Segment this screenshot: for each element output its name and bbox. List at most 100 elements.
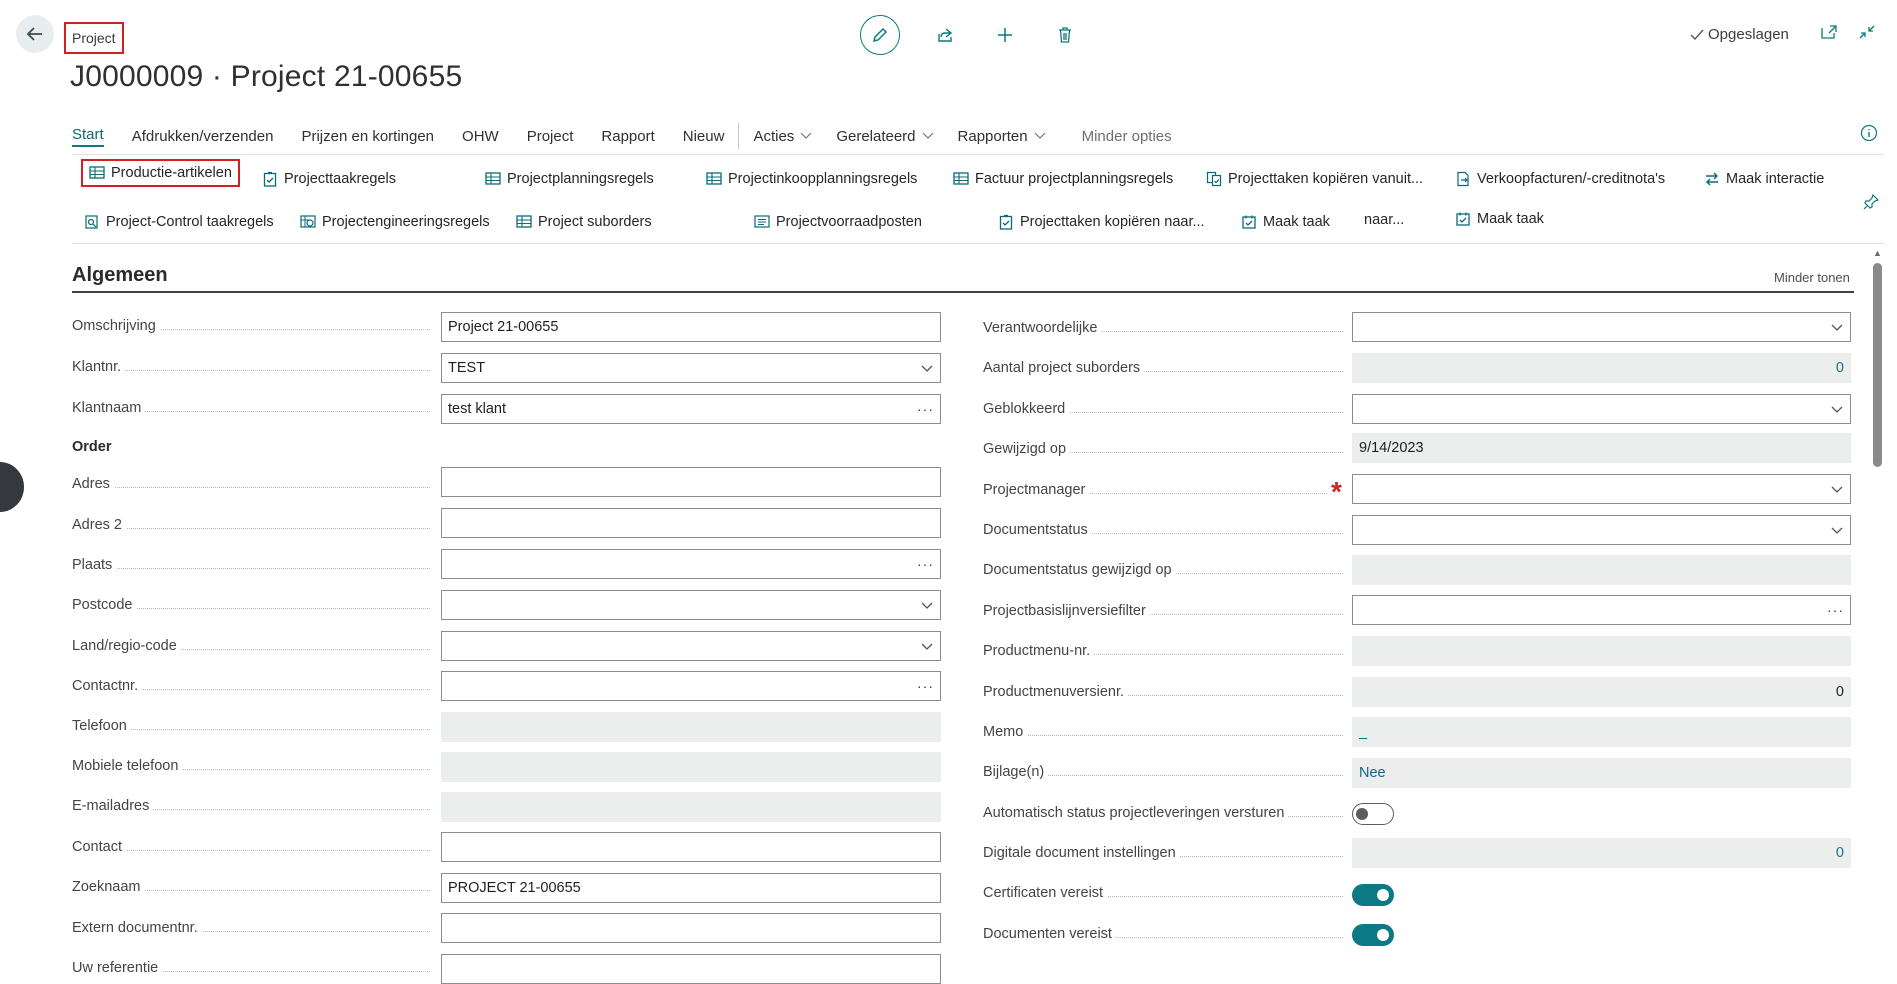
- gewijzigd-value: 9/14/2023: [1359, 440, 1424, 456]
- action-maak-taak-2[interactable]: Maak taak: [1455, 211, 1544, 227]
- scroll-up-arrow[interactable]: ▲: [1873, 248, 1882, 258]
- tab-rapport[interactable]: Rapport: [601, 128, 654, 145]
- clipboard-check-icon: [999, 214, 1013, 230]
- chevron-down-icon: [1831, 324, 1843, 331]
- postcode-dropdown[interactable]: [441, 590, 941, 620]
- tab-afdrukken[interactable]: Afdrukken/verzenden: [132, 128, 274, 145]
- info-button[interactable]: [1860, 124, 1878, 147]
- action-partial-naar[interactable]: naar...: [1364, 212, 1404, 228]
- contact-field[interactable]: [441, 832, 941, 862]
- land-dropdown[interactable]: [441, 631, 941, 661]
- action-projectplanningsregels[interactable]: Projectplanningsregels: [485, 171, 654, 187]
- back-button[interactable]: [16, 15, 54, 53]
- field-label-verantwoordelijke: Verantwoordelijke: [983, 320, 1343, 336]
- klantnaam-lookup[interactable]: test klant ···: [441, 394, 941, 424]
- order-subheading: Order: [72, 439, 112, 455]
- field-label-digitale: Digitale document instellingen: [983, 845, 1343, 861]
- field-label-klantnr: Klantnr.: [72, 359, 430, 375]
- bijlage-field[interactable]: Nee: [1352, 758, 1851, 788]
- tab-rapporten[interactable]: Rapporten: [958, 128, 1046, 145]
- action-projecttaakregels[interactable]: Projecttaakregels: [262, 171, 396, 187]
- geblokkeerd-dropdown[interactable]: [1352, 394, 1851, 424]
- side-panel-handle[interactable]: [0, 462, 24, 512]
- omschrijving-value: Project 21-00655: [448, 319, 559, 335]
- less-options-link[interactable]: Minder opties: [1082, 128, 1172, 145]
- action-project-suborders[interactable]: Project suborders: [516, 214, 652, 230]
- share-button[interactable]: [930, 20, 960, 50]
- action-bar: Productie-artikelen Projecttaakregels Pr…: [72, 154, 1884, 244]
- plaats-lookup[interactable]: ···: [441, 549, 941, 579]
- documenten-toggle[interactable]: [1352, 924, 1394, 946]
- suborders-value[interactable]: 0: [1359, 360, 1844, 376]
- action-label: Project suborders: [538, 214, 652, 230]
- ellipsis-icon[interactable]: ···: [917, 678, 934, 694]
- memo-field[interactable]: _: [1352, 717, 1851, 747]
- auto-status-toggle[interactable]: [1352, 803, 1394, 825]
- action-projecttaken-kopieren-naar[interactable]: Projecttaken kopiëren naar...: [998, 214, 1205, 230]
- scrollbar-thumb[interactable]: [1873, 263, 1882, 467]
- pin-icon[interactable]: [1862, 193, 1880, 211]
- field-label-telefoon: Telefoon: [72, 718, 430, 734]
- list-document-icon: [754, 215, 770, 228]
- field-label-productmenuversie: Productmenuversienr.: [983, 684, 1343, 700]
- action-projectvoorraadposten[interactable]: Projectvoorraadposten: [754, 214, 922, 230]
- save-status-label: Opgeslagen: [1708, 26, 1789, 43]
- memo-value[interactable]: _: [1359, 724, 1844, 740]
- bijlage-value[interactable]: Nee: [1359, 765, 1844, 781]
- action-project-control-taakregels[interactable]: Project-Control taakregels: [84, 214, 274, 230]
- tab-gerelateerd[interactable]: Gerelateerd: [836, 128, 933, 145]
- uwref-field[interactable]: [441, 954, 941, 984]
- action-productie-artikelen[interactable]: Productie-artikelen: [81, 159, 240, 187]
- tab-ohw[interactable]: OHW: [462, 128, 499, 145]
- documentstatus-dropdown[interactable]: [1352, 515, 1851, 545]
- tab-acties[interactable]: Acties: [753, 128, 812, 145]
- digitale-field[interactable]: 0: [1352, 838, 1851, 868]
- tab-acties-label: Acties: [753, 127, 795, 145]
- action-label: Project-Control taakregels: [106, 214, 274, 230]
- ellipsis-icon[interactable]: ···: [1827, 602, 1844, 618]
- action-verkoopfacturen[interactable]: Verkoopfacturen/-creditnota's: [1455, 171, 1665, 187]
- zoeknaam-field[interactable]: PROJECT 21-00655: [441, 873, 941, 903]
- action-projectengineeringsregels[interactable]: Projectengineeringsregels: [300, 214, 490, 230]
- action-factuur-projectplanningsregels[interactable]: Factuur projectplanningsregels: [953, 171, 1173, 187]
- clipboard-check-icon: [263, 171, 277, 187]
- digitale-value[interactable]: 0: [1359, 845, 1844, 861]
- productmenuversie-value: 0: [1835, 684, 1844, 700]
- collapse-icon[interactable]: [1858, 24, 1876, 40]
- basislijn-lookup[interactable]: ···: [1352, 595, 1851, 625]
- adres2-field[interactable]: [441, 508, 941, 538]
- field-label-postcode: Postcode: [72, 597, 430, 613]
- extern-field[interactable]: [441, 913, 941, 943]
- chevron-down-icon: [1831, 527, 1843, 534]
- adres-field[interactable]: [441, 467, 941, 497]
- ellipsis-icon[interactable]: ···: [917, 556, 934, 572]
- action-projecttaken-kopieren-vanuit[interactable]: Projecttaken kopiëren vanuit...: [1206, 171, 1423, 187]
- omschrijving-field[interactable]: Project 21-00655: [441, 312, 941, 342]
- action-maak-taak[interactable]: Maak taak: [1241, 214, 1330, 230]
- certificaten-toggle[interactable]: [1352, 884, 1394, 906]
- popout-icon[interactable]: [1820, 24, 1838, 40]
- chevron-down-icon: [922, 132, 933, 139]
- delete-button[interactable]: [1050, 20, 1080, 50]
- projectmanager-dropdown[interactable]: [1352, 474, 1851, 504]
- action-maak-interactie[interactable]: Maak interactie: [1704, 171, 1824, 187]
- show-less-link[interactable]: Minder tonen: [1774, 270, 1850, 285]
- tab-start[interactable]: Start: [72, 126, 104, 147]
- tab-prijzen[interactable]: Prijzen en kortingen: [301, 128, 434, 145]
- new-button[interactable]: [990, 20, 1020, 50]
- ellipsis-icon[interactable]: ···: [917, 401, 934, 417]
- section-title[interactable]: Algemeen: [72, 264, 168, 287]
- klantnr-dropdown[interactable]: TEST: [441, 353, 941, 383]
- action-label: Maak taak: [1477, 211, 1544, 227]
- field-label-email: E-mailadres: [72, 798, 430, 814]
- table-grid-icon: [706, 172, 722, 185]
- edit-button[interactable]: [860, 15, 900, 55]
- action-projectinkoopplanningsregels[interactable]: Projectinkoopplanningsregels: [706, 171, 917, 187]
- verantwoordelijke-dropdown[interactable]: [1352, 312, 1851, 342]
- suborders-field[interactable]: 0: [1352, 353, 1851, 383]
- tab-nieuw[interactable]: Nieuw: [683, 128, 725, 145]
- contactnr-lookup[interactable]: ···: [441, 671, 941, 701]
- gewijzigd-field: 9/14/2023: [1352, 433, 1851, 463]
- breadcrumb[interactable]: Project: [64, 22, 124, 54]
- tab-project[interactable]: Project: [527, 128, 574, 145]
